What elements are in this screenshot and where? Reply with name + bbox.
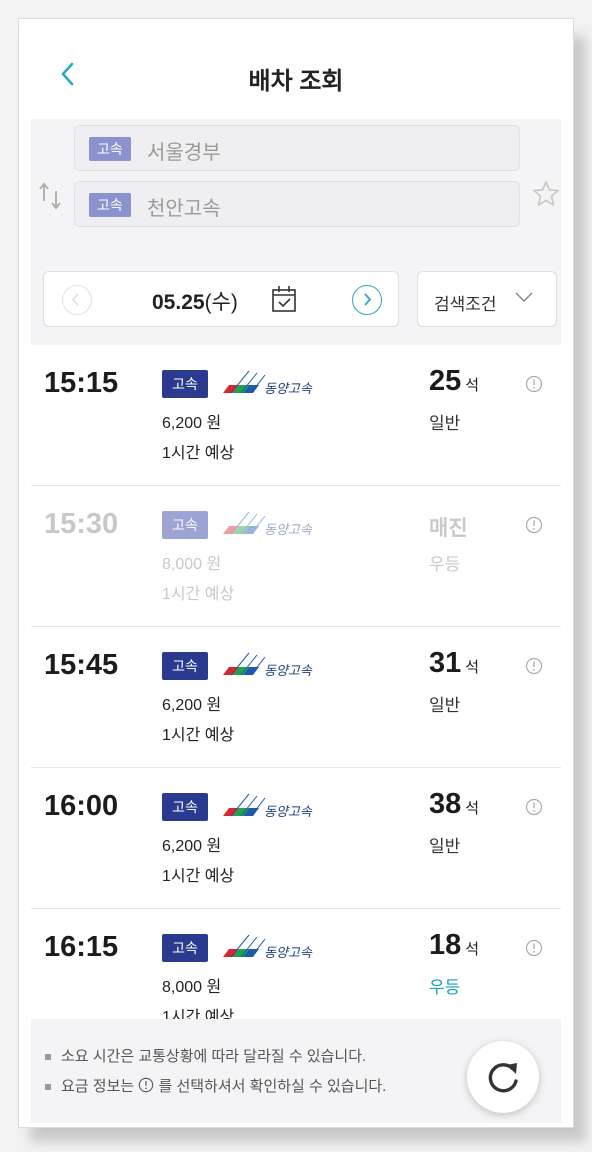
- next-date-icon: [364, 293, 372, 306]
- notice-text-pre: 요금 정보는: [61, 1078, 135, 1095]
- bus-type-tag: 고속: [162, 370, 208, 398]
- origin-field[interactable]: 고속 서울경부: [74, 125, 520, 171]
- fare: 8,000 원: [162, 556, 222, 573]
- bullet: [45, 1084, 51, 1091]
- seat-count: 31: [429, 647, 462, 679]
- departure-time: 16:00: [44, 790, 119, 822]
- seat-unit: 석: [465, 377, 480, 394]
- bus-type-tag: 고속: [162, 793, 208, 821]
- seat-unit: 석: [465, 659, 480, 676]
- seat-count: 18: [429, 929, 462, 961]
- info-icon[interactable]: [525, 798, 543, 816]
- remaining-seats: 18 석: [429, 929, 479, 962]
- info-icon[interactable]: [525, 375, 543, 393]
- origin-value: 서울경부: [147, 142, 221, 164]
- notice-fare-info: 요금 정보는 를 선택하셔서 확인하실 수 있습니다.: [45, 1075, 386, 1096]
- date-bar: 05.25(수) 검색조건: [31, 259, 561, 345]
- prev-date-button[interactable]: [62, 285, 92, 315]
- destination-tag: 고속: [89, 193, 131, 217]
- company-name: 동양고속: [264, 946, 312, 961]
- bus-grade: 우등: [429, 555, 461, 574]
- favorite-button[interactable]: [531, 179, 561, 209]
- header: 배차 조회: [31, 29, 561, 119]
- swap-route-button[interactable]: [37, 179, 63, 213]
- selected-date[interactable]: 05.25(수): [152, 286, 238, 316]
- destination-value: 천안고속: [147, 198, 221, 220]
- chevron-down-icon: [515, 292, 533, 303]
- info-icon: [139, 1077, 154, 1093]
- origin-tag: 고속: [89, 137, 131, 161]
- info-icon[interactable]: [525, 516, 543, 534]
- fare: 6,200 원: [162, 838, 222, 855]
- swap-icon: [39, 182, 61, 210]
- fare: 8,000 원: [162, 979, 222, 996]
- bus-type-tag: 고속: [162, 652, 208, 680]
- calendar-button[interactable]: [270, 284, 298, 314]
- duration: 1시간 예상: [162, 868, 235, 885]
- bus-row-soldout[interactable]: 15:30 고속 동양고속 8,000 원 1시간 예상 매진 우등: [31, 486, 561, 627]
- calendar-icon: [272, 286, 296, 312]
- seat-count: 25: [429, 365, 462, 397]
- filter-label: 검색조건: [434, 295, 497, 314]
- notice-text: 소요 시간은 교통상황에 따라 달라질 수 있습니다.: [61, 1048, 367, 1065]
- departure-time: 15:15: [44, 367, 119, 399]
- company-name: 동양고속: [264, 664, 312, 679]
- date-selector: 05.25(수): [43, 271, 399, 327]
- departure-time: 15:45: [44, 649, 119, 681]
- bus-row[interactable]: 15:15 고속 동양고속 6,200 원 1시간 예상 25 석 일반: [31, 345, 561, 486]
- duration: 1시간 예상: [162, 445, 235, 462]
- search-filter-dropdown[interactable]: 검색조건: [417, 271, 557, 327]
- info-icon[interactable]: [525, 657, 543, 675]
- soldout-label: 매진: [429, 517, 468, 540]
- next-date-button[interactable]: [352, 285, 382, 315]
- page-title: 배차 조회: [248, 68, 344, 95]
- bus-grade: 일반: [429, 414, 461, 433]
- remaining-seats: 25 석: [429, 365, 479, 398]
- company-name: 동양고속: [264, 805, 312, 820]
- notice-travel-time: 소요 시간은 교통상황에 따라 달라질 수 있습니다.: [45, 1045, 366, 1066]
- company-name: 동양고속: [264, 523, 312, 538]
- bullet: [45, 1054, 51, 1061]
- fare: 6,200 원: [162, 697, 222, 714]
- app-screen: 배차 조회 고속 서울경부 고속 천안고속 05.25(수) 검색조건 15:1…: [31, 29, 561, 1123]
- seat-unit: 석: [465, 800, 480, 817]
- bus-row[interactable]: 16:00 고속 동양고속 6,200 원 1시간 예상 38 석 일반: [31, 768, 561, 909]
- bus-row[interactable]: 15:45 고속 동양고속 6,200 원 1시간 예상 31 석 일반: [31, 627, 561, 768]
- departure-time: 15:30: [44, 508, 119, 540]
- destination-field[interactable]: 고속 천안고속: [74, 181, 520, 227]
- bus-grade: 일반: [429, 837, 461, 856]
- refresh-button[interactable]: [467, 1041, 539, 1113]
- bus-type-tag: 고속: [162, 934, 208, 962]
- info-icon[interactable]: [525, 939, 543, 957]
- company-name: 동양고속: [264, 382, 312, 397]
- date-value: 05.25: [152, 291, 205, 314]
- notice-text-post: 를 선택하셔서 확인하실 수 있습니다.: [158, 1078, 387, 1095]
- app-frame: 배차 조회 고속 서울경부 고속 천안고속 05.25(수) 검색조건 15:1…: [18, 18, 574, 1128]
- star-icon: [533, 181, 559, 206]
- bus-type-tag: 고속: [162, 511, 208, 539]
- bus-grade: 우등: [429, 978, 461, 997]
- seat-unit: 석: [465, 941, 480, 958]
- departure-time: 16:15: [44, 931, 119, 963]
- bus-grade: 일반: [429, 696, 461, 715]
- seat-count: 38: [429, 788, 462, 820]
- remaining-seats: 38 석: [429, 788, 479, 821]
- fare: 6,200 원: [162, 415, 222, 432]
- duration: 1시간 예상: [162, 586, 235, 603]
- remaining-seats: 31 석: [429, 647, 479, 680]
- route-selector: 고속 서울경부 고속 천안고속: [31, 119, 561, 259]
- prev-date-icon: [71, 293, 79, 306]
- duration: 1시간 예상: [162, 727, 235, 744]
- weekday-value: (수): [204, 291, 238, 314]
- bus-schedule-list: 15:15 고속 동양고속 6,200 원 1시간 예상 25 석 일반 15:…: [31, 345, 561, 1050]
- refresh-icon: [488, 1063, 518, 1093]
